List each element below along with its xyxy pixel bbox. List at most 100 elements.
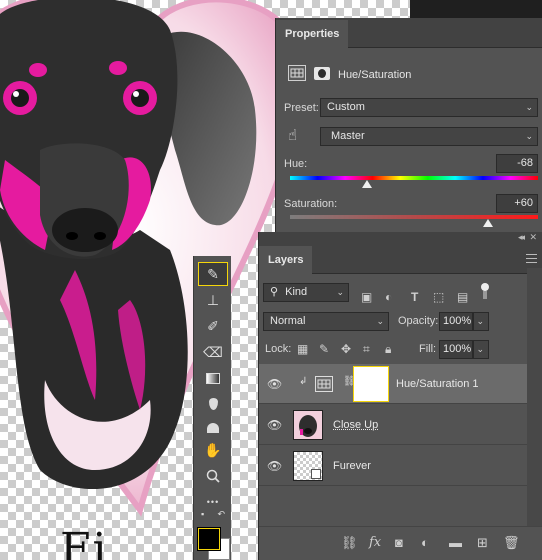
layer-mask-thumbnail[interactable] (353, 366, 389, 402)
adjustment-icon[interactable]: ◐ (421, 536, 429, 550)
gradient-icon[interactable] (198, 366, 228, 390)
mask-icon[interactable]: ◙ (395, 536, 403, 550)
layer-name[interactable]: Close Up (333, 419, 378, 431)
clone-stamp-icon[interactable]: ⊥ (198, 288, 228, 312)
layers-top-bar: ◂◂ ✕ (259, 232, 542, 244)
filter-type-icon[interactable]: T (411, 290, 418, 304)
blend-mode-value: Normal (270, 315, 305, 327)
link-icon[interactable]: ⛓ (341, 536, 358, 550)
folder-icon[interactable]: ▬ (449, 536, 462, 550)
hue-saturation-adjustment-icon (315, 376, 333, 392)
fx-icon[interactable]: fx (369, 536, 381, 550)
fill-dropdown[interactable]: ⌄ (473, 340, 489, 359)
filter-toggle-icon[interactable] (481, 283, 489, 301)
saturation-input[interactable]: +60 (496, 194, 538, 213)
filter-shape-icon[interactable]: ⬚ (433, 290, 444, 304)
lock-options: ▦ ✎ ✥ ⌗ 🔒︎ (259, 342, 409, 356)
lock-artboard-icon[interactable]: ⌗ (363, 342, 370, 357)
layers-panel: ◂◂ ✕ Layers ⚲ Kind ⌄ ▣ ◐ T ⬚ ▤ Normal ⌄ … (258, 232, 542, 560)
properties-panel: Properties Hue/Saturation Preset: Custom… (275, 18, 542, 244)
zoom-icon[interactable] (198, 464, 228, 488)
layers-scrollbar[interactable] (527, 268, 542, 526)
chevron-down-icon: ⌄ (336, 284, 344, 301)
color-swatches[interactable] (198, 526, 230, 560)
adjustment-name: Hue/Saturation (338, 69, 411, 81)
properties-header: Properties (276, 18, 542, 48)
filter-adjustment-icon[interactable]: ◐ (385, 290, 392, 304)
dodge-icon[interactable] (198, 416, 228, 440)
preset-label: Preset: (284, 102, 319, 114)
hand-icon[interactable]: ✋ (198, 438, 228, 462)
layer-row-furever[interactable]: 👁︎ Furever (259, 446, 527, 486)
chevron-down-icon: ⌄ (476, 341, 484, 358)
lock-image-icon[interactable]: ✎ (319, 342, 329, 356)
layer-filter-dropdown[interactable]: ⚲ Kind ⌄ (263, 283, 349, 302)
clipping-arrow-icon: ↲ (299, 376, 307, 387)
brush-tool-icon[interactable]: ✎ (198, 262, 228, 286)
panel-dock-header (410, 0, 542, 18)
layers-footer: ⛓ fx ◙ ◐ ▬ ⊞ 🗑︎ (259, 526, 542, 560)
layer-name[interactable]: Hue/Saturation 1 (396, 378, 479, 390)
blur-icon[interactable] (198, 392, 228, 416)
targeted-adjustment-hand-icon[interactable]: ☝ (288, 126, 297, 144)
blend-mode-dropdown[interactable]: Normal ⌄ (263, 312, 389, 331)
layer-thumbnail (293, 410, 323, 440)
hue-input[interactable]: -68 (496, 154, 538, 173)
hue-label: Hue: (284, 158, 307, 170)
opacity-input[interactable]: 100% (439, 312, 473, 331)
saturation-slider-thumb[interactable] (483, 219, 493, 227)
dog-nose (52, 208, 118, 252)
saturation-slider-track[interactable] (290, 215, 538, 219)
foreground-color-swatch[interactable] (198, 528, 220, 550)
dog-right-brow (109, 61, 127, 75)
saturation-label: Saturation: (284, 198, 337, 210)
tools-panel: ✎ ⊥ ✐ ⌫ ✋ ••• ▪ ↶ (193, 256, 231, 560)
history-brush-icon[interactable]: ✐ (198, 314, 228, 338)
filter-smart-object-icon[interactable]: ▤ (457, 290, 468, 304)
close-panel-icon[interactable]: ✕ (529, 232, 537, 243)
filter-pixel-icon[interactable]: ▣ (361, 290, 372, 304)
smart-object-badge-icon (311, 469, 321, 479)
layer-mask-icon[interactable] (314, 67, 330, 80)
preset-value: Custom (327, 101, 365, 113)
hue-slider-thumb[interactable] (362, 180, 372, 188)
chevron-down-icon: ⌄ (525, 128, 533, 145)
opacity-dropdown[interactable]: ⌄ (473, 312, 489, 331)
visibility-eye-icon[interactable]: 👁︎ (267, 459, 281, 473)
channel-value: Master (327, 130, 365, 142)
chevron-down-icon: ⌄ (476, 313, 484, 330)
fill-input[interactable]: 100% (439, 340, 473, 359)
chevron-down-icon: ⌄ (376, 313, 384, 330)
hue-slider-track[interactable] (290, 176, 538, 180)
default-colors-icon[interactable]: ▪ (201, 510, 204, 519)
panel-menu-icon[interactable] (526, 254, 537, 263)
collapse-panel-icon[interactable]: ◂◂ (518, 232, 523, 243)
opacity-label: Opacity: (398, 315, 438, 327)
visibility-eye-icon[interactable]: 👁︎ (267, 418, 281, 432)
layers-header: Layers (259, 244, 542, 274)
chevron-down-icon: ⌄ (525, 99, 533, 116)
lock-transparent-icon[interactable]: ▦ (297, 342, 308, 356)
trash-icon[interactable]: 🗑︎ (503, 536, 520, 550)
layer-filter-value: Kind (281, 286, 307, 298)
channel-dropdown[interactable]: Master ⌄ (320, 127, 538, 146)
lock-position-icon[interactable]: ✥ (341, 342, 351, 356)
layer-name[interactable]: Furever (333, 460, 371, 472)
hue-saturation-adjustment-icon[interactable] (288, 65, 306, 81)
visibility-eye-icon[interactable]: 👁︎ (267, 377, 281, 391)
search-icon: ⚲ (270, 286, 278, 298)
layer-thumbnail (293, 451, 323, 481)
lock-all-icon[interactable]: 🔒︎ (385, 342, 391, 357)
preset-dropdown[interactable]: Custom ⌄ (320, 98, 538, 117)
eraser-icon[interactable]: ⌫ (198, 340, 228, 364)
tab-layers[interactable]: Layers (259, 246, 312, 274)
swap-colors-icon[interactable]: ▪ ↶ (198, 508, 228, 520)
new-layer-icon[interactable]: ⊞ (477, 536, 488, 550)
dog-left-brow (29, 63, 47, 77)
fill-label: Fill: (419, 343, 436, 355)
swap-arrow-icon[interactable]: ↶ (217, 510, 225, 519)
layer-row-hue-saturation[interactable]: 👁︎ ↲ ⛓ Hue/Saturation 1 (259, 364, 527, 404)
layer-row-close-up[interactable]: 👁︎ Close Up (259, 405, 527, 445)
canvas-title-text: Fi (60, 528, 109, 560)
tab-properties[interactable]: Properties (276, 20, 348, 48)
